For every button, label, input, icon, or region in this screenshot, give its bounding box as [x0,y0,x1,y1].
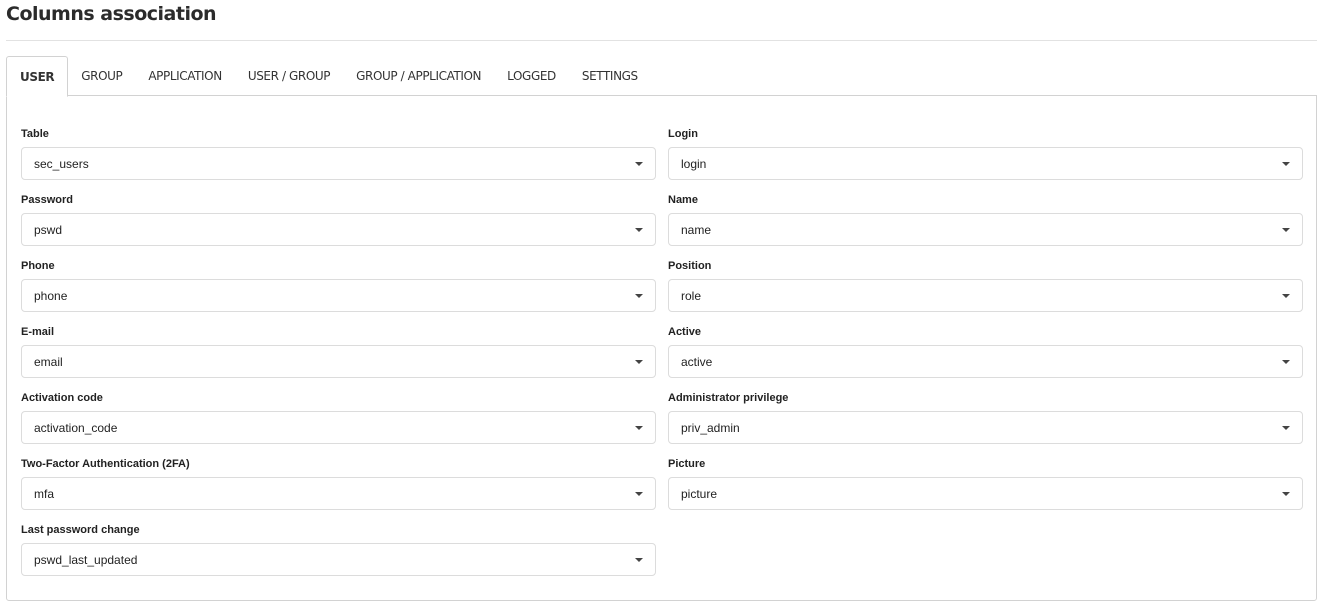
select-value: email [34,354,63,369]
field-label: E-mail [21,326,55,338]
caret-down-icon [635,360,643,364]
caret-down-icon [1282,360,1290,364]
tab-application[interactable]: APPLICATION [135,56,234,95]
caret-down-icon [635,426,643,430]
field-active: Active active [668,325,1303,378]
tab-group[interactable]: GROUP [68,56,135,95]
user-panel: Table sec_users Login login Password psw… [6,95,1317,601]
caret-down-icon [635,294,643,298]
phone-select[interactable]: phone [21,279,656,312]
field-login: Login login [668,127,1303,180]
select-value: name [681,222,712,237]
select-value: phone [34,288,68,303]
title-divider [6,40,1317,41]
caret-down-icon [635,558,643,562]
select-value: role [681,288,702,303]
field-last-password-change: Last password change pswd_last_updated [21,523,656,576]
field-label: Name [668,194,698,206]
select-value: picture [681,486,718,501]
select-value: pswd_last_updated [34,552,138,567]
select-value: activation_code [34,420,118,435]
field-label: Active [668,326,702,338]
caret-down-icon [635,162,643,166]
caret-down-icon [1282,162,1290,166]
password-select[interactable]: pswd [21,213,656,246]
name-select[interactable]: name [668,213,1303,246]
tab-user[interactable]: USER [6,56,69,97]
field-phone: Phone phone [21,259,656,312]
field-label: Last password change [21,524,140,536]
caret-down-icon [1282,228,1290,232]
tab-group-application[interactable]: GROUP / APPLICATION [343,56,494,95]
caret-down-icon [635,228,643,232]
field-password: Password pswd [21,193,656,246]
select-value: sec_users [34,156,89,171]
position-select[interactable]: role [668,279,1303,312]
select-value: login [681,156,707,171]
select-value: mfa [34,486,55,501]
field-mfa: Two-Factor Authentication (2FA) mfa [21,457,656,510]
caret-down-icon [1282,426,1290,430]
tab-settings[interactable]: SETTINGS [569,56,651,95]
email-select[interactable]: email [21,345,656,378]
field-name: Name name [668,193,1303,246]
field-label: Activation code [21,392,103,404]
field-label: Picture [668,458,706,470]
select-value: priv_admin [681,420,740,435]
field-label: Password [21,194,73,206]
activation-code-select[interactable]: activation_code [21,411,656,444]
select-value: active [681,354,713,369]
last-password-change-select[interactable]: pswd_last_updated [21,543,656,576]
field-label: Phone [21,260,55,272]
caret-down-icon [1282,492,1290,496]
field-label: Two-Factor Authentication (2FA) [21,458,190,470]
field-label: Administrator privilege [668,392,789,404]
field-picture: Picture picture [668,457,1303,510]
page-title: Columns association [6,3,217,25]
picture-select[interactable]: picture [668,477,1303,510]
caret-down-icon [1282,294,1290,298]
tab-logged[interactable]: LOGGED [494,56,569,95]
login-select[interactable]: login [668,147,1303,180]
field-activation-code: Activation code activation_code [21,391,656,444]
field-label: Login [668,128,698,140]
field-position: Position role [668,259,1303,312]
active-select[interactable]: active [668,345,1303,378]
tab-user-group[interactable]: USER / GROUP [235,56,343,95]
table-select[interactable]: sec_users [21,147,656,180]
field-table: Table sec_users [21,127,656,180]
select-value: pswd [34,222,63,237]
admin-privilege-select[interactable]: priv_admin [668,411,1303,444]
tab-bar: USER GROUP APPLICATION USER / GROUP GROU… [6,56,651,97]
caret-down-icon [635,492,643,496]
field-email: E-mail email [21,325,656,378]
field-label: Position [668,260,712,272]
field-label: Table [21,128,49,140]
field-admin-privilege: Administrator privilege priv_admin [668,391,1303,444]
mfa-select[interactable]: mfa [21,477,656,510]
